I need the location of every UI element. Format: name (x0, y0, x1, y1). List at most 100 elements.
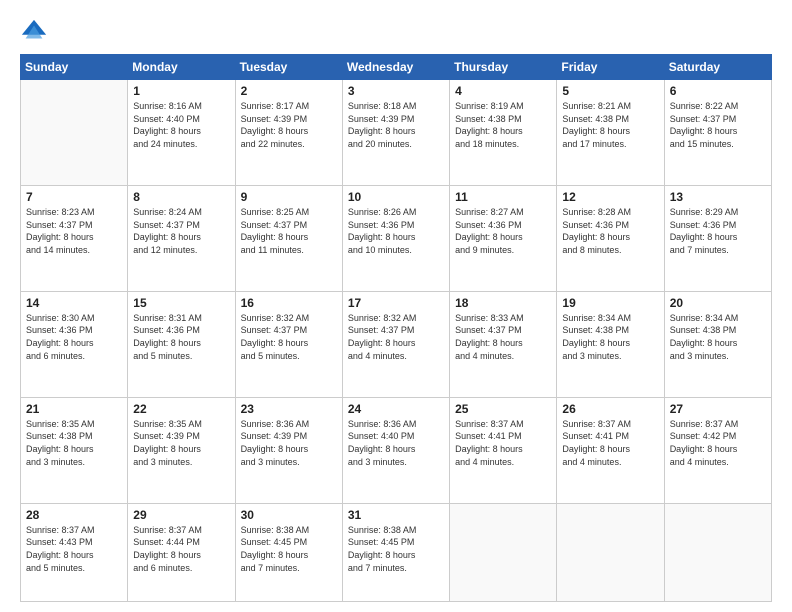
day-number: 22 (133, 402, 229, 416)
day-number: 9 (241, 190, 337, 204)
day-number: 30 (241, 508, 337, 522)
calendar-table: SundayMondayTuesdayWednesdayThursdayFrid… (20, 54, 772, 602)
weekday-header-monday: Monday (128, 55, 235, 80)
day-info: Sunrise: 8:38 AM Sunset: 4:45 PM Dayligh… (241, 524, 337, 574)
calendar-cell: 6 Sunrise: 8:22 AM Sunset: 4:37 PM Daylig… (664, 80, 771, 186)
calendar-cell (557, 503, 664, 601)
day-info: Sunrise: 8:33 AM Sunset: 4:37 PM Dayligh… (455, 312, 551, 362)
day-number: 23 (241, 402, 337, 416)
day-info: Sunrise: 8:36 AM Sunset: 4:39 PM Dayligh… (241, 418, 337, 468)
calendar-week-row: 28 Sunrise: 8:37 AM Sunset: 4:43 PM Dayli… (21, 503, 772, 601)
day-info: Sunrise: 8:34 AM Sunset: 4:38 PM Dayligh… (670, 312, 766, 362)
day-number: 31 (348, 508, 444, 522)
calendar-cell (450, 503, 557, 601)
calendar-cell: 21 Sunrise: 8:35 AM Sunset: 4:38 PM Dayli… (21, 397, 128, 503)
logo (20, 18, 52, 46)
day-number: 15 (133, 296, 229, 310)
header (20, 18, 772, 46)
day-number: 4 (455, 84, 551, 98)
calendar-week-row: 1 Sunrise: 8:16 AM Sunset: 4:40 PM Daylig… (21, 80, 772, 186)
day-number: 11 (455, 190, 551, 204)
calendar-cell: 4 Sunrise: 8:19 AM Sunset: 4:38 PM Daylig… (450, 80, 557, 186)
day-number: 20 (670, 296, 766, 310)
calendar-cell: 28 Sunrise: 8:37 AM Sunset: 4:43 PM Dayli… (21, 503, 128, 601)
weekday-header-saturday: Saturday (664, 55, 771, 80)
calendar-cell: 5 Sunrise: 8:21 AM Sunset: 4:38 PM Daylig… (557, 80, 664, 186)
calendar-cell: 3Sunrise: 8:18 AM Sunset: 4:39 PM Daylig… (342, 80, 449, 186)
logo-icon (20, 18, 48, 46)
day-info: Sunrise: 8:32 AM Sunset: 4:37 PM Dayligh… (241, 312, 337, 362)
day-info: Sunrise: 8:37 AM Sunset: 4:43 PM Dayligh… (26, 524, 122, 574)
day-info: Sunrise: 8:29 AM Sunset: 4:36 PM Dayligh… (670, 206, 766, 256)
calendar-week-row: 14Sunrise: 8:30 AM Sunset: 4:36 PM Dayli… (21, 291, 772, 397)
day-number: 13 (670, 190, 766, 204)
day-number: 18 (455, 296, 551, 310)
calendar-cell: 29 Sunrise: 8:37 AM Sunset: 4:44 PM Dayli… (128, 503, 235, 601)
calendar-cell: 8 Sunrise: 8:24 AM Sunset: 4:37 PM Daylig… (128, 185, 235, 291)
day-info: Sunrise: 8:21 AM Sunset: 4:38 PM Dayligh… (562, 100, 658, 150)
weekday-header-sunday: Sunday (21, 55, 128, 80)
day-number: 12 (562, 190, 658, 204)
day-number: 7 (26, 190, 122, 204)
weekday-header-row: SundayMondayTuesdayWednesdayThursdayFrid… (21, 55, 772, 80)
calendar-cell: 27 Sunrise: 8:37 AM Sunset: 4:42 PM Dayli… (664, 397, 771, 503)
day-info: Sunrise: 8:18 AM Sunset: 4:39 PM Dayligh… (348, 100, 444, 150)
day-info: Sunrise: 8:37 AM Sunset: 4:41 PM Dayligh… (455, 418, 551, 468)
calendar-cell: 14Sunrise: 8:30 AM Sunset: 4:36 PM Dayli… (21, 291, 128, 397)
day-number: 25 (455, 402, 551, 416)
calendar-cell (21, 80, 128, 186)
day-info: Sunrise: 8:38 AM Sunset: 4:45 PM Dayligh… (348, 524, 444, 574)
day-info: Sunrise: 8:35 AM Sunset: 4:39 PM Dayligh… (133, 418, 229, 468)
day-number: 1 (133, 84, 229, 98)
day-info: Sunrise: 8:32 AM Sunset: 4:37 PM Dayligh… (348, 312, 444, 362)
calendar-cell (664, 503, 771, 601)
day-info: Sunrise: 8:19 AM Sunset: 4:38 PM Dayligh… (455, 100, 551, 150)
day-info: Sunrise: 8:23 AM Sunset: 4:37 PM Dayligh… (26, 206, 122, 256)
day-number: 5 (562, 84, 658, 98)
calendar-cell: 9 Sunrise: 8:25 AM Sunset: 4:37 PM Daylig… (235, 185, 342, 291)
day-number: 21 (26, 402, 122, 416)
day-info: Sunrise: 8:22 AM Sunset: 4:37 PM Dayligh… (670, 100, 766, 150)
day-number: 17 (348, 296, 444, 310)
weekday-header-tuesday: Tuesday (235, 55, 342, 80)
day-number: 8 (133, 190, 229, 204)
day-number: 2 (241, 84, 337, 98)
day-info: Sunrise: 8:16 AM Sunset: 4:40 PM Dayligh… (133, 100, 229, 150)
day-info: Sunrise: 8:31 AM Sunset: 4:36 PM Dayligh… (133, 312, 229, 362)
day-number: 28 (26, 508, 122, 522)
day-info: Sunrise: 8:37 AM Sunset: 4:44 PM Dayligh… (133, 524, 229, 574)
day-number: 14 (26, 296, 122, 310)
day-info: Sunrise: 8:25 AM Sunset: 4:37 PM Dayligh… (241, 206, 337, 256)
day-number: 10 (348, 190, 444, 204)
page: SundayMondayTuesdayWednesdayThursdayFrid… (0, 0, 792, 612)
calendar-cell: 24 Sunrise: 8:36 AM Sunset: 4:40 PM Dayli… (342, 397, 449, 503)
day-info: Sunrise: 8:34 AM Sunset: 4:38 PM Dayligh… (562, 312, 658, 362)
calendar-cell: 23 Sunrise: 8:36 AM Sunset: 4:39 PM Dayli… (235, 397, 342, 503)
day-info: Sunrise: 8:27 AM Sunset: 4:36 PM Dayligh… (455, 206, 551, 256)
calendar-cell: 17 Sunrise: 8:32 AM Sunset: 4:37 PM Dayli… (342, 291, 449, 397)
day-info: Sunrise: 8:17 AM Sunset: 4:39 PM Dayligh… (241, 100, 337, 150)
day-number: 27 (670, 402, 766, 416)
calendar-cell: 31 Sunrise: 8:38 AM Sunset: 4:45 PM Dayli… (342, 503, 449, 601)
day-number: 6 (670, 84, 766, 98)
calendar-week-row: 7 Sunrise: 8:23 AM Sunset: 4:37 PM Daylig… (21, 185, 772, 291)
day-info: Sunrise: 8:26 AM Sunset: 4:36 PM Dayligh… (348, 206, 444, 256)
day-number: 24 (348, 402, 444, 416)
calendar-cell: 22 Sunrise: 8:35 AM Sunset: 4:39 PM Dayli… (128, 397, 235, 503)
calendar-cell: 15 Sunrise: 8:31 AM Sunset: 4:36 PM Dayli… (128, 291, 235, 397)
day-info: Sunrise: 8:35 AM Sunset: 4:38 PM Dayligh… (26, 418, 122, 468)
day-number: 16 (241, 296, 337, 310)
calendar-cell: 11 Sunrise: 8:27 AM Sunset: 4:36 PM Dayli… (450, 185, 557, 291)
day-info: Sunrise: 8:36 AM Sunset: 4:40 PM Dayligh… (348, 418, 444, 468)
calendar-cell: 19Sunrise: 8:34 AM Sunset: 4:38 PM Dayli… (557, 291, 664, 397)
calendar-cell: 16 Sunrise: 8:32 AM Sunset: 4:37 PM Dayli… (235, 291, 342, 397)
weekday-header-friday: Friday (557, 55, 664, 80)
weekday-header-thursday: Thursday (450, 55, 557, 80)
day-number: 26 (562, 402, 658, 416)
calendar-cell: 2 Sunrise: 8:17 AM Sunset: 4:39 PM Daylig… (235, 80, 342, 186)
day-info: Sunrise: 8:24 AM Sunset: 4:37 PM Dayligh… (133, 206, 229, 256)
day-number: 29 (133, 508, 229, 522)
calendar-cell: 18 Sunrise: 8:33 AM Sunset: 4:37 PM Dayli… (450, 291, 557, 397)
day-info: Sunrise: 8:37 AM Sunset: 4:42 PM Dayligh… (670, 418, 766, 468)
calendar-cell: 7 Sunrise: 8:23 AM Sunset: 4:37 PM Daylig… (21, 185, 128, 291)
